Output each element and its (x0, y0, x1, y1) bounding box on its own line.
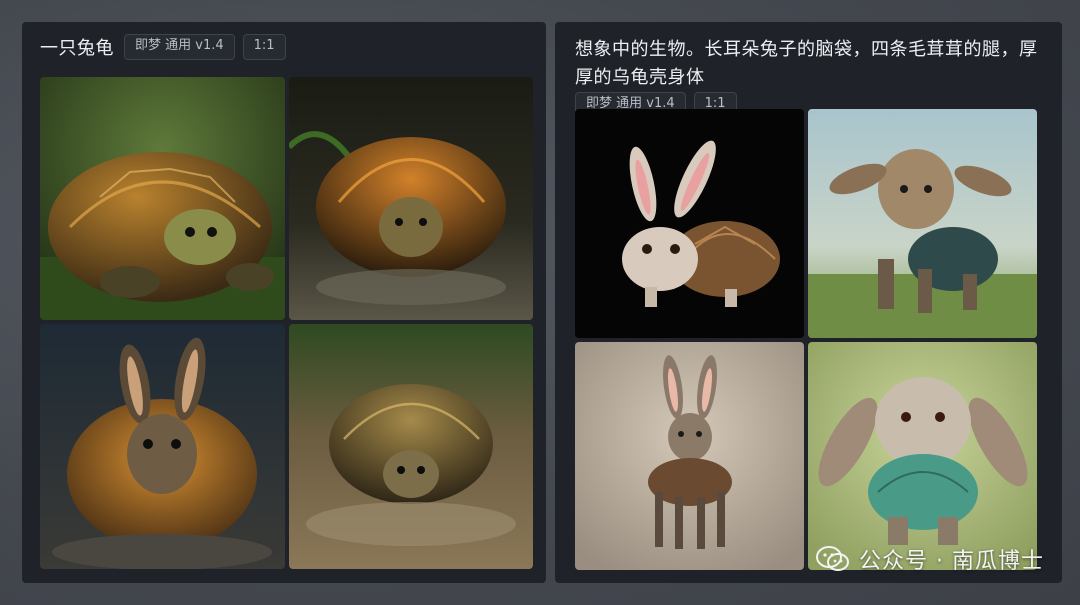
generated-image-3[interactable] (575, 342, 804, 570)
watermark: 公众号 · 南瓜博士 (815, 543, 1044, 575)
generated-image-2[interactable] (808, 109, 1037, 338)
generated-image-4[interactable] (289, 324, 533, 569)
generation-card-left: 一只兔龟 即梦 通用 v1.4 1:1 (22, 22, 546, 583)
generated-image-3[interactable] (40, 324, 285, 569)
generated-image-4[interactable] (808, 342, 1037, 570)
image-grid (40, 77, 533, 569)
generated-image-2[interactable] (289, 77, 533, 320)
generated-image-1[interactable] (40, 77, 285, 320)
page: 一只兔龟 即梦 通用 v1.4 1:1 想象中的生物。长耳朵兔子的脑袋，四条毛茸… (0, 0, 1080, 605)
prompt-row: 想象中的生物。长耳朵兔子的脑袋，四条毛茸茸的腿，厚厚的乌龟壳身体 即梦 通用 v… (575, 36, 1060, 118)
ratio-tag[interactable]: 1:1 (242, 34, 286, 60)
model-tag[interactable]: 即梦 通用 v1.4 (124, 34, 235, 60)
prompt-text: 一只兔龟 (40, 38, 114, 59)
image-grid (575, 109, 1037, 570)
prompt-text: 想象中的生物。长耳朵兔子的脑袋，四条毛茸茸的腿，厚厚的乌龟壳身体 (575, 39, 1038, 88)
watermark-text: 公众号 · 南瓜博士 (859, 549, 1044, 574)
prompt-row: 一只兔龟 即梦 通用 v1.4 1:1 (40, 34, 530, 60)
generation-card-right: 想象中的生物。长耳朵兔子的脑袋，四条毛茸茸的腿，厚厚的乌龟壳身体 即梦 通用 v… (555, 22, 1062, 583)
wechat-icon (815, 545, 851, 573)
generated-image-1[interactable] (575, 109, 804, 338)
